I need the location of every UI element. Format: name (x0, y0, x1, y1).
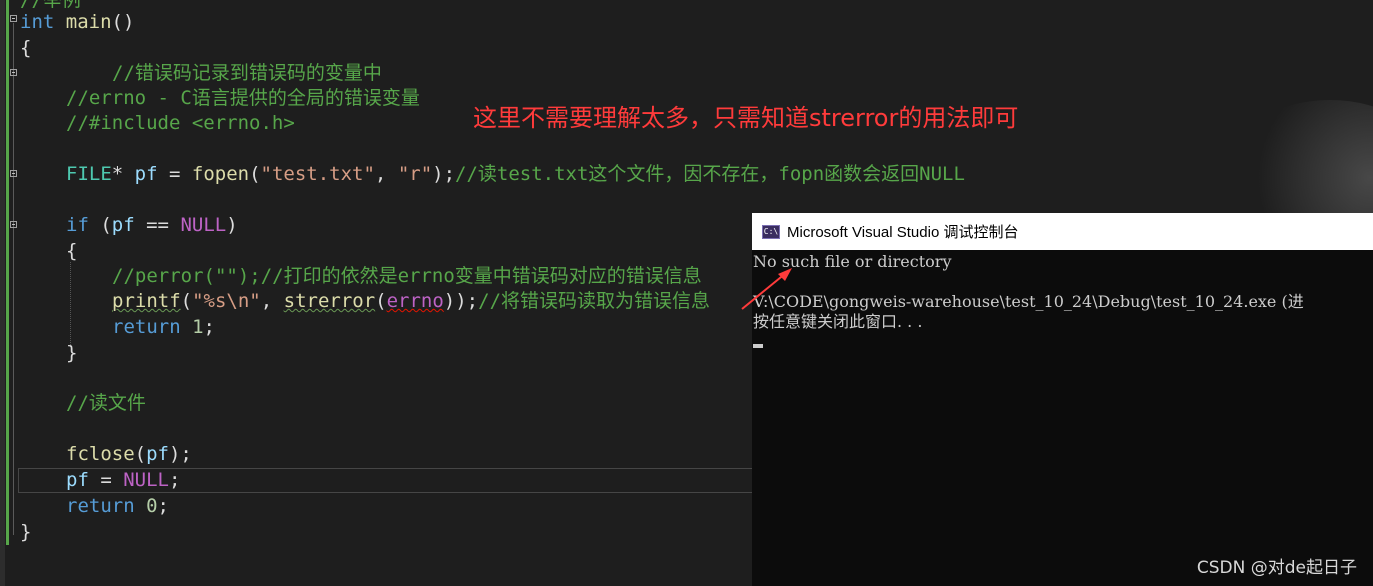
punctuation: ); (432, 163, 456, 185)
code-line-11[interactable]: { (66, 239, 77, 264)
punctuation: ( (134, 443, 147, 465)
string-literal: "%s\n" (192, 290, 261, 312)
punctuation: () (111, 11, 135, 33)
fold-toggle-icon[interactable] (10, 221, 17, 228)
code-line-5[interactable]: //errno - C语言提供的全局的错误变量 (66, 86, 420, 111)
fold-toggle-icon[interactable] (10, 170, 17, 177)
code-line-10[interactable]: if (pf == NULL) (66, 213, 238, 238)
annotation-arrow-icon (741, 268, 792, 310)
code-line-14[interactable]: return 1; (112, 315, 215, 340)
code-line-20[interactable]: pf = NULL; (66, 468, 180, 493)
punctuation: )); (443, 290, 479, 312)
punctuation: ( (249, 163, 261, 185)
code-line-3[interactable]: { (20, 36, 31, 61)
variable-pf: pf (146, 443, 169, 465)
console-output[interactable]: No such file or directory V:\CODE\gongwe… (752, 250, 1373, 348)
punctuation: , (260, 290, 284, 312)
indent-guide (70, 262, 72, 347)
variable-pf: pf (111, 214, 135, 236)
code-line-17[interactable]: //读文件 (66, 391, 146, 416)
code-line-12[interactable]: //perror("");//打印的依然是errno变量中错误码对应的错误信息 (112, 264, 702, 289)
code-line-21[interactable]: return 0; (66, 494, 169, 519)
editor-gutter (0, 0, 5, 586)
code-line-2[interactable]: int main() (20, 10, 134, 35)
punctuation: ( (88, 214, 112, 236)
function-printf: printf (112, 290, 181, 312)
console-title: Microsoft Visual Studio 调试控制台 (787, 224, 1019, 241)
fold-toggle-icon[interactable] (10, 69, 17, 76)
console-titlebar[interactable]: C:\ Microsoft Visual Studio 调试控制台 (752, 213, 1373, 250)
punctuation: ; (203, 316, 215, 338)
type-file: FILE (66, 163, 112, 185)
punctuation: = (88, 469, 124, 491)
punctuation: ( (375, 290, 387, 312)
code-line-4[interactable]: //错误码记录到错误码的变量中 (112, 61, 382, 86)
function-strerror: strerror (283, 290, 376, 312)
keyword-return: return (66, 495, 135, 517)
function-fclose: fclose (66, 443, 135, 465)
macro-errno: errno (386, 290, 444, 312)
console-output-line: V:\CODE\gongweis-warehouse\test_10_24\De… (753, 292, 1304, 311)
number-literal: 1 (192, 316, 204, 338)
fold-guide-line (13, 229, 14, 369)
code-line-6[interactable]: //#include <errno.h> (66, 111, 295, 136)
variable-pf: pf (66, 469, 89, 491)
code-line-22[interactable]: } (20, 520, 31, 545)
code-line-15[interactable]: } (66, 341, 77, 366)
string-literal: "r" (397, 163, 433, 185)
keyword-int: int (20, 11, 55, 33)
watermark: CSDN @对de起日子 (1196, 558, 1357, 578)
punctuation: * (111, 163, 135, 185)
macro-null: NULL (180, 214, 227, 236)
background-decoration (1230, 100, 1373, 230)
function-fopen: fopen (191, 163, 250, 185)
keyword-return: return (112, 316, 181, 338)
string-literal: "test.txt" (260, 163, 375, 185)
change-indicator-bar (6, 0, 9, 545)
punctuation: = (157, 163, 192, 185)
punctuation: ; (168, 469, 181, 491)
macro-null: NULL (123, 469, 169, 491)
code-line-13[interactable]: printf("%s\n", strerror(errno));//将错误码读取… (112, 289, 710, 314)
debug-console-window[interactable]: C:\ Microsoft Visual Studio 调试控制台 No suc… (752, 213, 1373, 586)
fold-toggle-icon[interactable] (10, 15, 17, 22)
console-cursor (753, 344, 763, 348)
punctuation: ); (168, 443, 192, 465)
punctuation: == (134, 214, 181, 236)
annotation-text: 这里不需要理解太多，只需知道strerror的用法即可 (473, 104, 1019, 132)
punctuation: ( (180, 290, 193, 312)
number-literal: 0 (146, 495, 158, 517)
keyword-if: if (66, 214, 89, 236)
punctuation: , (374, 163, 398, 185)
punctuation: ; (157, 495, 169, 517)
console-app-icon: C:\ (762, 224, 780, 239)
punctuation: ) (226, 214, 238, 236)
function-main: main (65, 11, 112, 33)
code-line-8[interactable]: FILE* pf = fopen("test.txt", "r");//读tes… (66, 162, 965, 187)
code-line-19[interactable]: fclose(pf); (66, 442, 192, 467)
comment: //将错误码读取为错误信息 (478, 290, 711, 312)
comment: //读test.txt这个文件，因不存在，fopn函数会返回NULL (455, 163, 965, 185)
variable-pf: pf (134, 163, 158, 185)
